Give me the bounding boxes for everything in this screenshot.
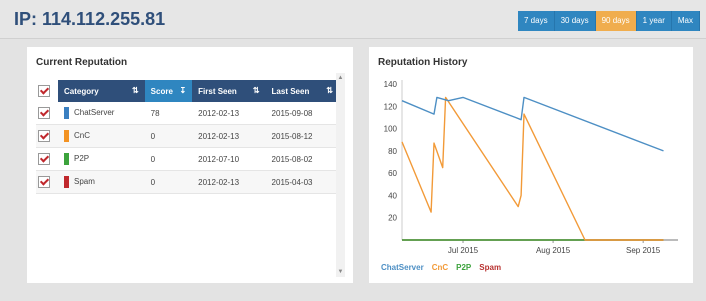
first-seen-cell: 2012-02-13 <box>192 124 266 148</box>
column-label: Last Seen <box>271 86 310 96</box>
category-label: ChatServer <box>74 108 115 118</box>
x-tick-label: Jul 2015 <box>448 246 479 255</box>
row-checkbox-cell <box>36 147 58 171</box>
sort-icon: ⇅ <box>131 86 139 95</box>
current-reputation-panel: Current Reputation Category ⇅ Score ↧ Firs… <box>27 47 353 283</box>
reputation-history-panel: Reputation History 20 40 60 80 100 120 140 Jul … <box>369 47 693 283</box>
chart-legend: ChatServer CnC P2P Spam <box>381 263 501 272</box>
legend-item-chatserver[interactable]: ChatServer <box>381 263 424 272</box>
column-label: Score <box>150 86 173 96</box>
range-90-days-button[interactable]: 90 days <box>595 11 637 31</box>
sort-icon: ⇅ <box>326 86 333 95</box>
last-seen-cell: 2015-08-12 <box>265 124 339 148</box>
legend-item-spam[interactable]: Spam <box>479 263 501 272</box>
category-color-swatch <box>64 130 69 142</box>
row-checkbox[interactable] <box>38 153 50 165</box>
x-tick-label: Sep 2015 <box>626 246 661 255</box>
range-1-year-button[interactable]: 1 year <box>636 11 672 31</box>
score-cell: 78 <box>144 102 193 125</box>
table-scrollbar[interactable]: ▲ ▼ <box>336 73 345 277</box>
time-range-selector: 7 days 30 days 90 days 1 year Max <box>518 11 700 31</box>
column-first-seen[interactable]: First Seen ⇅ <box>192 80 266 102</box>
reputation-table: Category ⇅ Score ↧ First Seen ⇅ Last Seen ⇅ … <box>36 80 339 194</box>
y-tick-label: 80 <box>388 147 397 156</box>
table-row: CnC 0 2012-02-13 2015-08-12 <box>36 124 339 148</box>
category-cell: CnC <box>58 124 145 148</box>
legend-item-p2p[interactable]: P2P <box>456 263 471 272</box>
series-line-cnc <box>401 96 664 241</box>
range-max-button[interactable]: Max <box>671 11 700 31</box>
row-checkbox[interactable] <box>38 107 50 119</box>
y-tick-label: 140 <box>384 80 398 89</box>
table-row: Spam 0 2012-02-13 2015-04-03 <box>36 170 339 194</box>
column-last-seen[interactable]: Last Seen ⇅ <box>265 80 339 102</box>
last-seen-cell: 2015-04-03 <box>265 170 339 194</box>
scroll-up-icon[interactable]: ▲ <box>336 73 345 83</box>
category-label: CnC <box>74 131 91 141</box>
select-all-cell <box>36 80 58 102</box>
series-line-chatserver <box>401 96 664 152</box>
category-cell: ChatServer <box>58 102 145 125</box>
category-cell: Spam <box>58 170 145 194</box>
first-seen-cell: 2012-07-10 <box>192 147 266 171</box>
y-tick-label: 120 <box>384 102 398 111</box>
range-7-days-button[interactable]: 7 days <box>518 11 555 31</box>
last-seen-cell: 2015-08-02 <box>265 147 339 171</box>
category-label: P2P <box>74 154 90 164</box>
page-header: IP: 114.112.255.81 7 days 30 days 90 day… <box>0 0 706 39</box>
category-color-swatch <box>64 176 69 188</box>
table-row: ChatServer 78 2012-02-13 2015-09-08 <box>36 102 339 125</box>
row-checkbox[interactable] <box>38 130 50 142</box>
reputation-history-chart: 20 40 60 80 100 120 140 Jul 2015 Aug 2015 Sep 201… <box>384 80 678 255</box>
panel-title: Current Reputation <box>36 57 128 68</box>
y-tick-label: 100 <box>384 125 398 134</box>
sort-desc-icon: ↧ <box>179 86 187 95</box>
sort-icon: ⇅ <box>252 86 260 95</box>
first-seen-cell: 2012-02-13 <box>192 102 266 125</box>
row-checkbox-cell <box>36 170 58 194</box>
y-tick-label: 20 <box>388 214 397 223</box>
category-cell: P2P <box>58 147 145 171</box>
score-cell: 0 <box>144 170 193 194</box>
last-seen-cell: 2015-09-08 <box>265 102 339 125</box>
row-checkbox-cell <box>36 124 58 148</box>
column-category[interactable]: Category ⇅ <box>58 80 145 102</box>
row-checkbox-cell <box>36 102 58 125</box>
score-cell: 0 <box>144 147 193 171</box>
range-30-days-button[interactable]: 30 days <box>554 11 596 31</box>
scroll-down-icon[interactable]: ▼ <box>336 267 345 277</box>
score-cell: 0 <box>144 124 193 148</box>
category-label: Spam <box>74 177 95 187</box>
category-color-swatch <box>64 107 69 119</box>
column-label: Category <box>64 86 99 96</box>
y-tick-label: 40 <box>388 191 397 200</box>
row-checkbox[interactable] <box>38 176 50 188</box>
column-label: First Seen <box>198 86 237 96</box>
y-tick-label: 60 <box>388 169 397 178</box>
table-row: P2P 0 2012-07-10 2015-08-02 <box>36 147 339 171</box>
legend-item-cnc[interactable]: CnC <box>432 263 448 272</box>
select-all-checkbox[interactable] <box>38 85 50 97</box>
x-tick-label: Aug 2015 <box>536 246 571 255</box>
first-seen-cell: 2012-02-13 <box>192 170 266 194</box>
category-color-swatch <box>64 153 69 165</box>
ip-title: IP: 114.112.255.81 <box>14 9 166 29</box>
column-score[interactable]: Score ↧ <box>144 80 193 102</box>
